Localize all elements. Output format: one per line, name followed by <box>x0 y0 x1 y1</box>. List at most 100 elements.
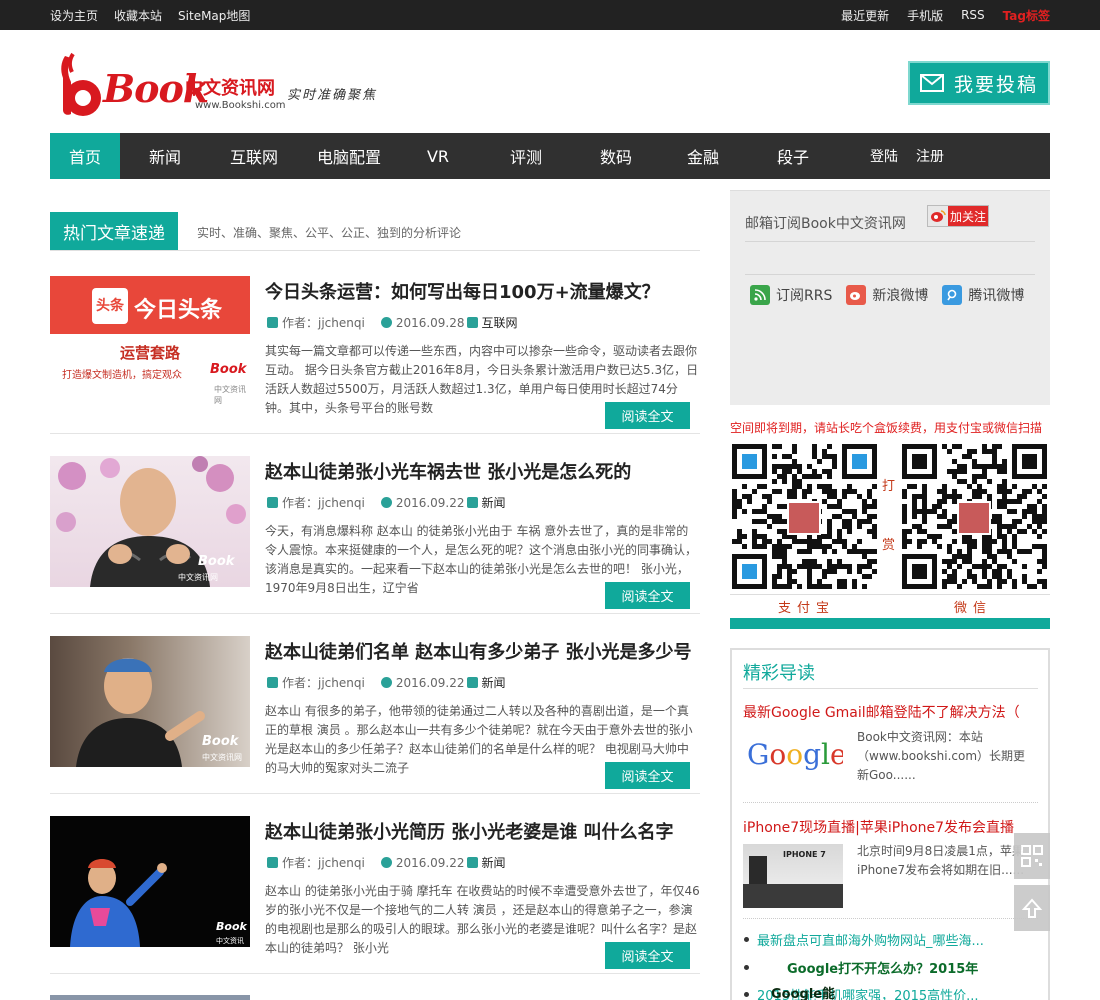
nav-item-home[interactable]: 首页 <box>50 133 120 179</box>
article-thumbnail[interactable]: 头条 今日头条 运营套路 打造爆文制造机，搞定观众 Book 中文资讯网 <box>50 276 250 407</box>
nav-item-jokes[interactable]: 段子 <box>750 133 836 179</box>
nav-item-news[interactable]: 新闻 <box>120 133 210 179</box>
bookmark-site-link[interactable]: 收藏本站 <box>114 7 162 24</box>
clock-icon <box>380 497 392 508</box>
arrow-up-icon <box>1021 898 1043 918</box>
donation-note: 空间即将到期，请站长吃个盒饭续费，用支付宝或微信扫描 <box>730 421 1043 435</box>
register-link[interactable]: 注册 <box>916 146 944 166</box>
donate-char-da: 打 <box>882 479 896 494</box>
section-title: 热门文章速递 <box>50 212 178 250</box>
article-thumbnail[interactable]: Book 中文资讯网 <box>50 636 250 767</box>
follow-label: 加关注 <box>948 206 988 226</box>
mobile-version-link[interactable]: 手机版 <box>907 7 943 24</box>
article-title[interactable]: 赵本山徒弟张小光简历 张小光老婆是谁 叫什么名字 <box>265 818 674 844</box>
back-to-top-button[interactable] <box>1014 885 1050 931</box>
featured-item-image[interactable]: Google <box>743 730 843 794</box>
rss-link[interactable]: RSS <box>961 8 985 22</box>
tencent-weibo-link[interactable]: 腾讯微博 <box>942 285 1024 305</box>
read-more-button[interactable]: 阅读全文 <box>605 582 690 609</box>
wechat-qr-code[interactable] <box>900 442 1048 592</box>
rss-subscribe-link[interactable]: 订阅RRS <box>750 285 832 305</box>
rss-subscribe-label: 订阅RRS <box>776 288 833 304</box>
nav-item-pc-config[interactable]: 电脑配置 <box>298 133 400 179</box>
tag-link[interactable]: Tag标签 <box>1003 7 1050 24</box>
featured-item-title[interactable]: iPhone7现场直播|苹果iPhone7发布会直播 <box>743 817 1043 837</box>
section-description: 实时、准确、聚焦、公平、公正、独到的分析评论 <box>197 226 462 240</box>
qr-code-float-button[interactable] <box>1014 833 1050 879</box>
category-icon <box>466 677 478 688</box>
wechat-caption: 微信 <box>954 601 993 616</box>
featured-item-text: 北京时间9月8日凌晨1点，苹果iPhone7发布会将如期在旧...... <box>857 844 1025 877</box>
section-divider <box>50 250 700 251</box>
article-meta: 作者：jjchenqi 2016.09.28 互联网 <box>267 314 534 331</box>
article-item: 头条 今日头条 运营套路 打造爆文制造机，搞定观众 Book 中文资讯网 今日头… <box>50 276 700 436</box>
login-link[interactable]: 登陆 <box>870 146 898 166</box>
article-category[interactable]: 互联网 <box>482 314 518 331</box>
thumb-watermark: Book <box>216 920 247 933</box>
article-category[interactable]: 新闻 <box>482 674 506 691</box>
featured-bullet-link[interactable]: 最新盘点可直邮海外购物网站_哪些海... <box>744 930 984 949</box>
thumb-headline: 运营套路 <box>120 344 181 362</box>
read-more-button[interactable]: 阅读全文 <box>605 402 690 429</box>
article-item: Book 中文资讯网 赵本山徒弟们名单 赵本山有多少弟子 张小光是多少号 作者：… <box>50 636 700 796</box>
thumb-watermark-sub: 中文资讯网 <box>178 573 218 582</box>
article-thumbnail[interactable]: Book 中文资讯网 <box>50 456 250 587</box>
article-thumbnail-partial[interactable] <box>50 995 250 1000</box>
article-divider <box>50 973 700 974</box>
read-more-button[interactable]: 阅读全文 <box>605 942 690 969</box>
iphone-image-label: IPHONE 7 <box>783 850 826 859</box>
weibo-icon <box>928 206 948 226</box>
alipay-qr-code[interactable] <box>730 442 878 592</box>
article-meta: 作者：jjchenqi 2016.09.22 新闻 <box>267 494 522 511</box>
google-logo: Google <box>747 738 843 771</box>
featured-reading-box: 精彩导读 最新Google Gmail邮箱登陆不了解决方法（ Google Bo… <box>730 648 1050 1000</box>
tencent-weibo-label: 腾讯微博 <box>968 288 1025 304</box>
set-homepage-link[interactable]: 设为主页 <box>50 7 98 24</box>
donation-accent-bar <box>730 618 1050 629</box>
top-bar-left-links: 设为主页 收藏本站 SiteMap地图 <box>50 0 250 30</box>
weibo-follow-button[interactable]: 加关注 <box>927 205 989 227</box>
subscribe-divider <box>745 274 1035 275</box>
featured-item-image[interactable]: IPHONE 7 <box>743 844 843 908</box>
tencent-weibo-icon <box>942 285 963 305</box>
logo-url: www.Bookshi.com <box>195 100 286 111</box>
article-title[interactable]: 今日头条运营：如何写出每日100万+流量爆文？ <box>265 278 660 304</box>
article-title[interactable]: 赵本山徒弟们名单 赵本山有多少弟子 张小光是多少号 <box>265 638 692 664</box>
nav-item-vr[interactable]: VR <box>400 133 476 179</box>
featured-item-title[interactable]: 最新Google Gmail邮箱登陆不了解决方法（ <box>743 702 1043 722</box>
article-meta: 作者：jjchenqi 2016.09.22 新闻 <box>267 674 522 691</box>
article-category[interactable]: 新闻 <box>482 494 506 511</box>
article-thumbnail[interactable]: Book 中文资讯网 <box>50 816 250 947</box>
sina-weibo-link[interactable]: 新浪微博 <box>846 285 928 305</box>
book-logo-icon <box>61 52 101 116</box>
subscribe-box: 邮箱订阅Book中文资讯网 加关注 订阅RRS 新浪微博 腾讯微博 <box>730 190 1050 405</box>
nav-item-finance[interactable]: 金融 <box>656 133 750 179</box>
site-logo[interactable]: Book 中文资讯网 www.Bookshi.com 实时准确聚焦 <box>55 52 385 118</box>
sitemap-link[interactable]: SiteMap地图 <box>178 7 250 24</box>
thumb-watermark-sub: 中文资讯网 <box>202 753 242 762</box>
thumb-watermark: Book <box>202 734 239 749</box>
nav-item-reviews[interactable]: 评测 <box>476 133 576 179</box>
nav-item-internet[interactable]: 互联网 <box>210 133 298 179</box>
featured-item-divider <box>743 918 1038 919</box>
mail-icon <box>919 74 944 92</box>
thumb-subline: 打造爆文制造机，搞定观众 <box>62 370 182 381</box>
rss-icon <box>750 285 770 305</box>
submit-article-button[interactable]: 我要投稿 <box>908 61 1050 105</box>
article-divider <box>50 793 700 794</box>
thumb-watermark: Book <box>198 554 235 569</box>
featured-title: 精彩导读 <box>743 663 815 684</box>
author-icon <box>267 497 278 508</box>
article-title[interactable]: 赵本山徒弟张小光车祸去世 张小光是怎么死的 <box>265 458 631 484</box>
article-date: 2016.09.22 <box>395 495 465 510</box>
article-item: Book 中文资讯网 赵本山徒弟张小光简历 张小光老婆是谁 叫什么名字 作者：j… <box>50 816 700 976</box>
recent-updates-link[interactable]: 最近更新 <box>841 7 889 24</box>
nav-item-digital[interactable]: 数码 <box>576 133 656 179</box>
submit-article-label: 我要投稿 <box>953 73 1038 96</box>
article-category[interactable]: 新闻 <box>482 854 506 871</box>
featured-bullet-link[interactable]: Google打不开怎么办？2015年 <box>744 958 978 977</box>
subscribe-label: 邮箱订阅Book中文资讯网 <box>745 216 906 232</box>
article-author: 作者：jjchenqi <box>282 856 365 870</box>
read-more-button[interactable]: 阅读全文 <box>605 762 690 789</box>
thumb-watermark-sub: 中文资讯网 <box>216 937 244 945</box>
